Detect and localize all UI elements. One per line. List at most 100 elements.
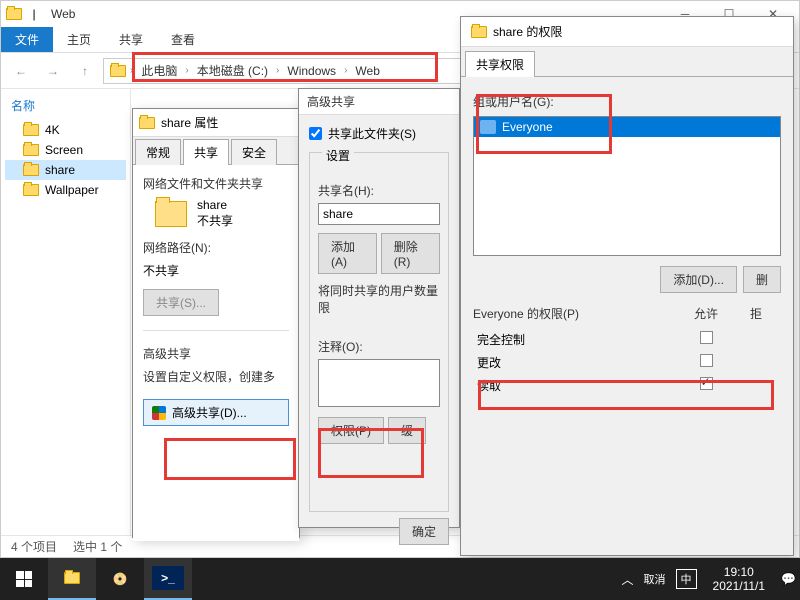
folder-icon	[471, 26, 487, 38]
forward-button[interactable]: →	[39, 57, 67, 85]
folder-icon	[23, 184, 39, 196]
crumb-web[interactable]: Web	[351, 64, 383, 78]
tab-view[interactable]: 查看	[157, 27, 209, 52]
tree-node[interactable]: Wallpaper	[5, 180, 126, 200]
tab-share-permissions[interactable]: 共享权限	[465, 51, 535, 77]
crumb-windows[interactable]: Windows	[283, 64, 340, 78]
column-header-name[interactable]: 名称	[5, 95, 126, 116]
dialog-titlebar: share 属性	[133, 109, 299, 137]
folder-icon	[155, 201, 187, 227]
concurrent-users-label: 将同时共享的用户数量限	[318, 282, 440, 316]
remove-user-button[interactable]: 删	[743, 266, 781, 293]
tree-label: Wallpaper	[45, 183, 99, 197]
comment-input[interactable]	[318, 359, 440, 407]
properties-dialog: share 属性 常规 共享 安全 网络文件和文件夹共享 share 不共享 网…	[132, 108, 300, 538]
tab-general[interactable]: 常规	[135, 139, 181, 165]
tray-text: 取消	[644, 571, 666, 587]
taskbar-app[interactable]: 📀	[96, 558, 144, 600]
status-count: 4 个项目	[11, 538, 57, 555]
crumb-pc[interactable]: 此电脑	[137, 62, 181, 79]
allow-checkbox[interactable]	[700, 354, 713, 367]
share-name-input[interactable]	[318, 203, 440, 225]
perm-row: 完全控制	[473, 328, 781, 351]
share-name: share	[197, 198, 233, 212]
tree-label: 4K	[45, 123, 60, 137]
status-selected: 选中 1 个	[73, 538, 122, 555]
dialog-title: share 属性	[161, 114, 218, 131]
perm-row: 读取	[473, 374, 781, 397]
taskbar-explorer[interactable]	[48, 558, 96, 600]
permissions-dialog: share 的权限 共享权限 组或用户名(G): Everyone 添加(D).…	[460, 16, 794, 556]
crumb-drive[interactable]: 本地磁盘 (C:)	[193, 62, 272, 79]
qat-divider: |	[25, 5, 43, 23]
tab-sharing[interactable]: 共享	[183, 139, 229, 165]
powershell-icon: >_	[152, 566, 184, 590]
start-button[interactable]	[0, 558, 48, 600]
tree-node[interactable]: 4K	[5, 120, 126, 140]
folder-icon	[64, 572, 80, 584]
shield-icon	[152, 406, 166, 420]
advanced-desc: 设置自定义权限，创建多	[143, 368, 289, 385]
folder-icon	[23, 164, 39, 176]
users-listbox[interactable]: Everyone	[473, 116, 781, 256]
taskbar-clock[interactable]: 19:10 2021/11/1	[707, 565, 772, 593]
advanced-sharing-button[interactable]: 高级共享(D)...	[143, 399, 289, 426]
tab-security[interactable]: 安全	[231, 139, 277, 165]
window-title: Web	[51, 7, 75, 21]
taskbar: 📀 >_ ︿ 取消 中 19:10 2021/11/1 💬	[0, 558, 800, 600]
clock-time: 19:10	[713, 565, 766, 579]
allow-checkbox[interactable]	[700, 331, 713, 344]
chevron-right-icon: ›	[276, 65, 279, 76]
advanced-sharing-dialog: 高级共享 共享此文件夹(S) 设置 共享名(H): 添加(A) 删除(R) 将同…	[298, 88, 460, 528]
advanced-sharing-label: 高级共享(D)...	[172, 404, 247, 421]
notifications-icon[interactable]: 💬	[781, 572, 796, 586]
share-name-label: 共享名(H):	[318, 182, 440, 199]
add-button[interactable]: 添加(A)	[318, 233, 377, 274]
remove-button[interactable]: 删除(R)	[381, 233, 440, 274]
tab-share[interactable]: 共享	[105, 27, 157, 52]
dialog-tabs: 常规 共享 安全	[133, 137, 299, 165]
allow-header: 允许	[681, 305, 731, 322]
tab-file[interactable]: 文件	[1, 27, 53, 52]
share-folder-label: 共享此文件夹(S)	[328, 125, 416, 142]
tree-node[interactable]: Screen	[5, 140, 126, 160]
group-users-label: 组或用户名(G):	[473, 93, 781, 110]
ok-button[interactable]: 确定	[399, 518, 449, 545]
add-user-button[interactable]: 添加(D)...	[660, 266, 737, 293]
tree-node[interactable]: share	[5, 160, 126, 180]
tree-label: share	[45, 163, 75, 177]
deny-header: 拒	[731, 305, 781, 322]
tray-chevron-up-icon[interactable]: ︿	[622, 571, 634, 588]
permissions-table: Everyone 的权限(P) 允许 拒 完全控制 更改 读取	[473, 305, 781, 397]
back-button[interactable]: ←	[7, 57, 35, 85]
clock-date: 2021/11/1	[713, 579, 766, 593]
checkbox-icon[interactable]	[309, 127, 322, 140]
dialog-title: share 的权限	[493, 23, 562, 40]
perm-for-label: Everyone 的权限(P)	[473, 305, 681, 322]
folder-icon	[110, 65, 126, 77]
up-button[interactable]: ↑	[71, 57, 99, 85]
perm-label: 读取	[473, 377, 681, 394]
share-folder-checkbox[interactable]: 共享此文件夹(S)	[309, 125, 449, 142]
user-name: Everyone	[502, 120, 553, 134]
ime-indicator[interactable]: 中	[676, 569, 697, 589]
users-icon	[480, 120, 496, 134]
permissions-button[interactable]: 权限(P)	[318, 417, 384, 444]
windows-logo-icon	[16, 571, 32, 587]
user-item[interactable]: Everyone	[474, 117, 780, 137]
perm-label: 完全控制	[473, 331, 681, 348]
chevron-right-icon: ›	[185, 65, 188, 76]
folder-icon	[139, 117, 155, 129]
folder-icon	[5, 5, 23, 23]
netpath-label: 网络路径(N):	[143, 239, 289, 256]
dialog-title: 高级共享	[299, 89, 459, 115]
section-network-sharing: 网络文件和文件夹共享	[143, 175, 289, 192]
system-tray: ︿ 取消 中 19:10 2021/11/1 💬	[622, 565, 800, 593]
tab-home[interactable]: 主页	[53, 27, 105, 52]
allow-checkbox[interactable]	[700, 377, 713, 390]
folder-icon	[23, 144, 39, 156]
cache-button[interactable]: 缓	[388, 417, 426, 444]
taskbar-powershell[interactable]: >_	[144, 558, 192, 600]
perm-label: 更改	[473, 354, 681, 371]
share-button[interactable]: 共享(S)...	[143, 289, 219, 316]
